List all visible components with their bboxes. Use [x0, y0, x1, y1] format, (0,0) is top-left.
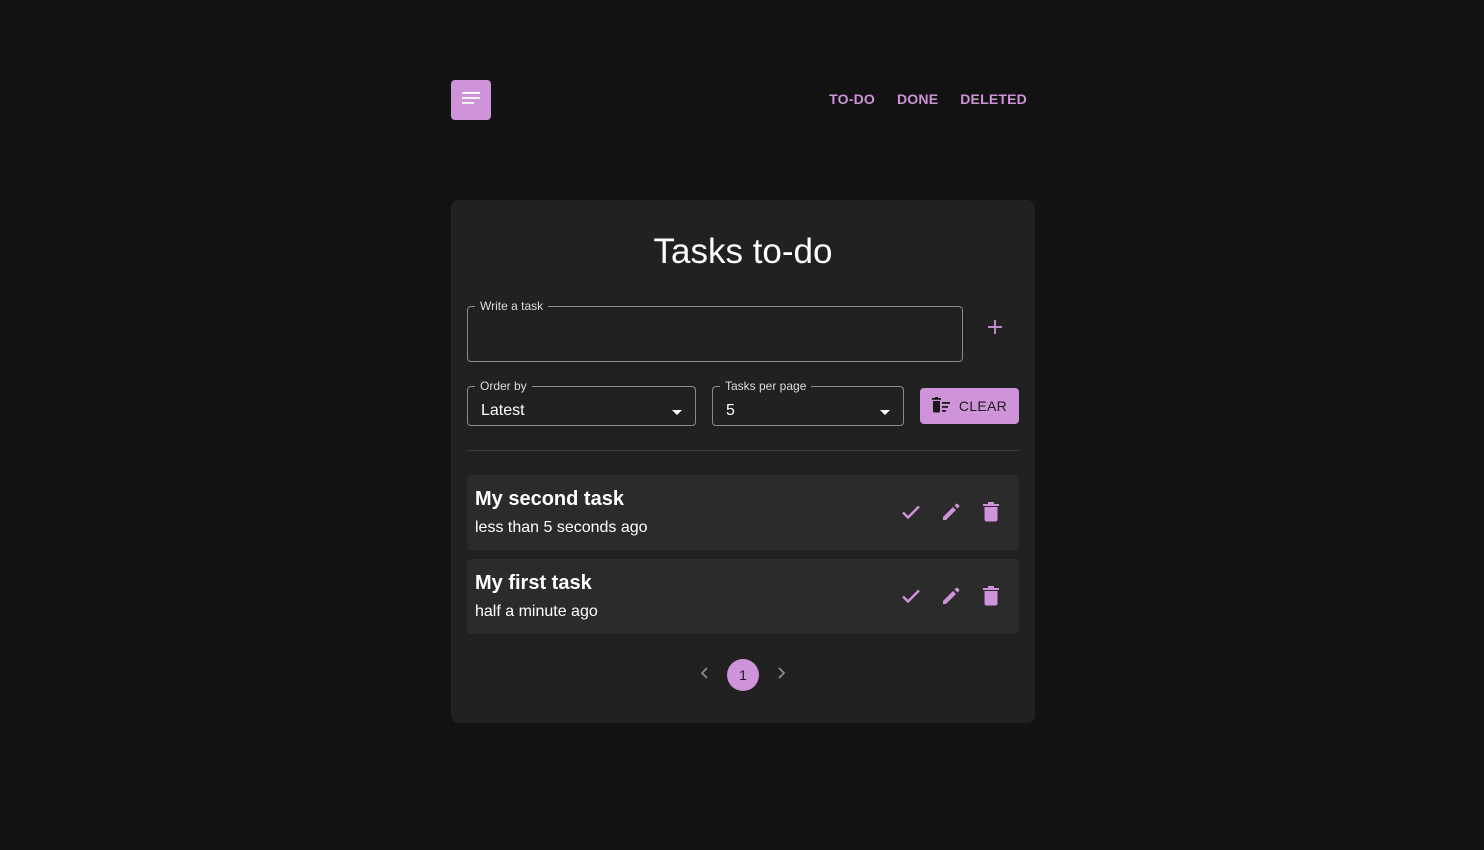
trash-icon[interactable]	[979, 499, 1003, 525]
pagination: 1	[467, 659, 1019, 691]
chevron-down-icon	[880, 410, 890, 415]
chevron-down-icon	[672, 410, 682, 415]
menu-icon	[461, 91, 481, 110]
delete-sweep-icon	[931, 396, 950, 416]
order-by-label: Order by	[480, 379, 527, 393]
order-by-value: Latest	[481, 402, 525, 419]
divider	[467, 450, 1019, 451]
task-actions	[899, 583, 1003, 609]
check-icon[interactable]	[899, 583, 923, 609]
previous-page-button[interactable]	[689, 659, 721, 691]
task-title: My second task	[475, 488, 624, 510]
page-number-button[interactable]: 1	[727, 659, 759, 691]
clear-button[interactable]: CLEAR	[920, 388, 1019, 424]
tasks-per-page-value: 5	[726, 402, 735, 419]
nav-link-deleted[interactable]: DELETED	[960, 90, 1027, 108]
task-item: My first task half a minute ago	[467, 559, 1019, 634]
edit-icon[interactable]	[939, 499, 963, 525]
top-nav: TO-DO DONE DELETED	[829, 90, 1027, 108]
task-actions	[899, 499, 1003, 525]
trash-icon[interactable]	[979, 583, 1003, 609]
nav-link-todo[interactable]: TO-DO	[829, 90, 875, 108]
edit-icon[interactable]	[939, 583, 963, 609]
order-by-select[interactable]: Order by Latest	[467, 379, 696, 426]
app-page: TO-DO DONE DELETED Tasks to-do Write a t…	[0, 0, 1484, 850]
task-input-label: Write a task	[480, 299, 544, 313]
clear-button-label: CLEAR	[958, 398, 1008, 414]
task-time: half a minute ago	[475, 603, 598, 620]
nav-link-done[interactable]: DONE	[897, 90, 938, 108]
chevron-right-icon	[776, 666, 786, 684]
task-time: less than 5 seconds ago	[475, 519, 648, 536]
card-content: Write a task Order by Latest Tasks per p…	[467, 200, 1019, 723]
check-icon[interactable]	[899, 499, 923, 525]
task-input[interactable]	[481, 333, 951, 359]
tasks-per-page-label: Tasks per page	[725, 379, 807, 393]
plus-icon	[987, 319, 1003, 340]
task-input-field: Write a task	[467, 299, 963, 362]
task-title: My first task	[475, 572, 592, 594]
task-item: My second task less than 5 seconds ago	[467, 475, 1019, 550]
menu-button[interactable]	[451, 80, 491, 120]
next-page-button[interactable]	[765, 659, 797, 691]
chevron-left-icon	[700, 666, 710, 684]
add-task-button[interactable]	[979, 313, 1011, 345]
tasks-card: Tasks to-do Write a task Order by Latest	[451, 200, 1035, 723]
tasks-per-page-select[interactable]: Tasks per page 5	[712, 379, 904, 426]
